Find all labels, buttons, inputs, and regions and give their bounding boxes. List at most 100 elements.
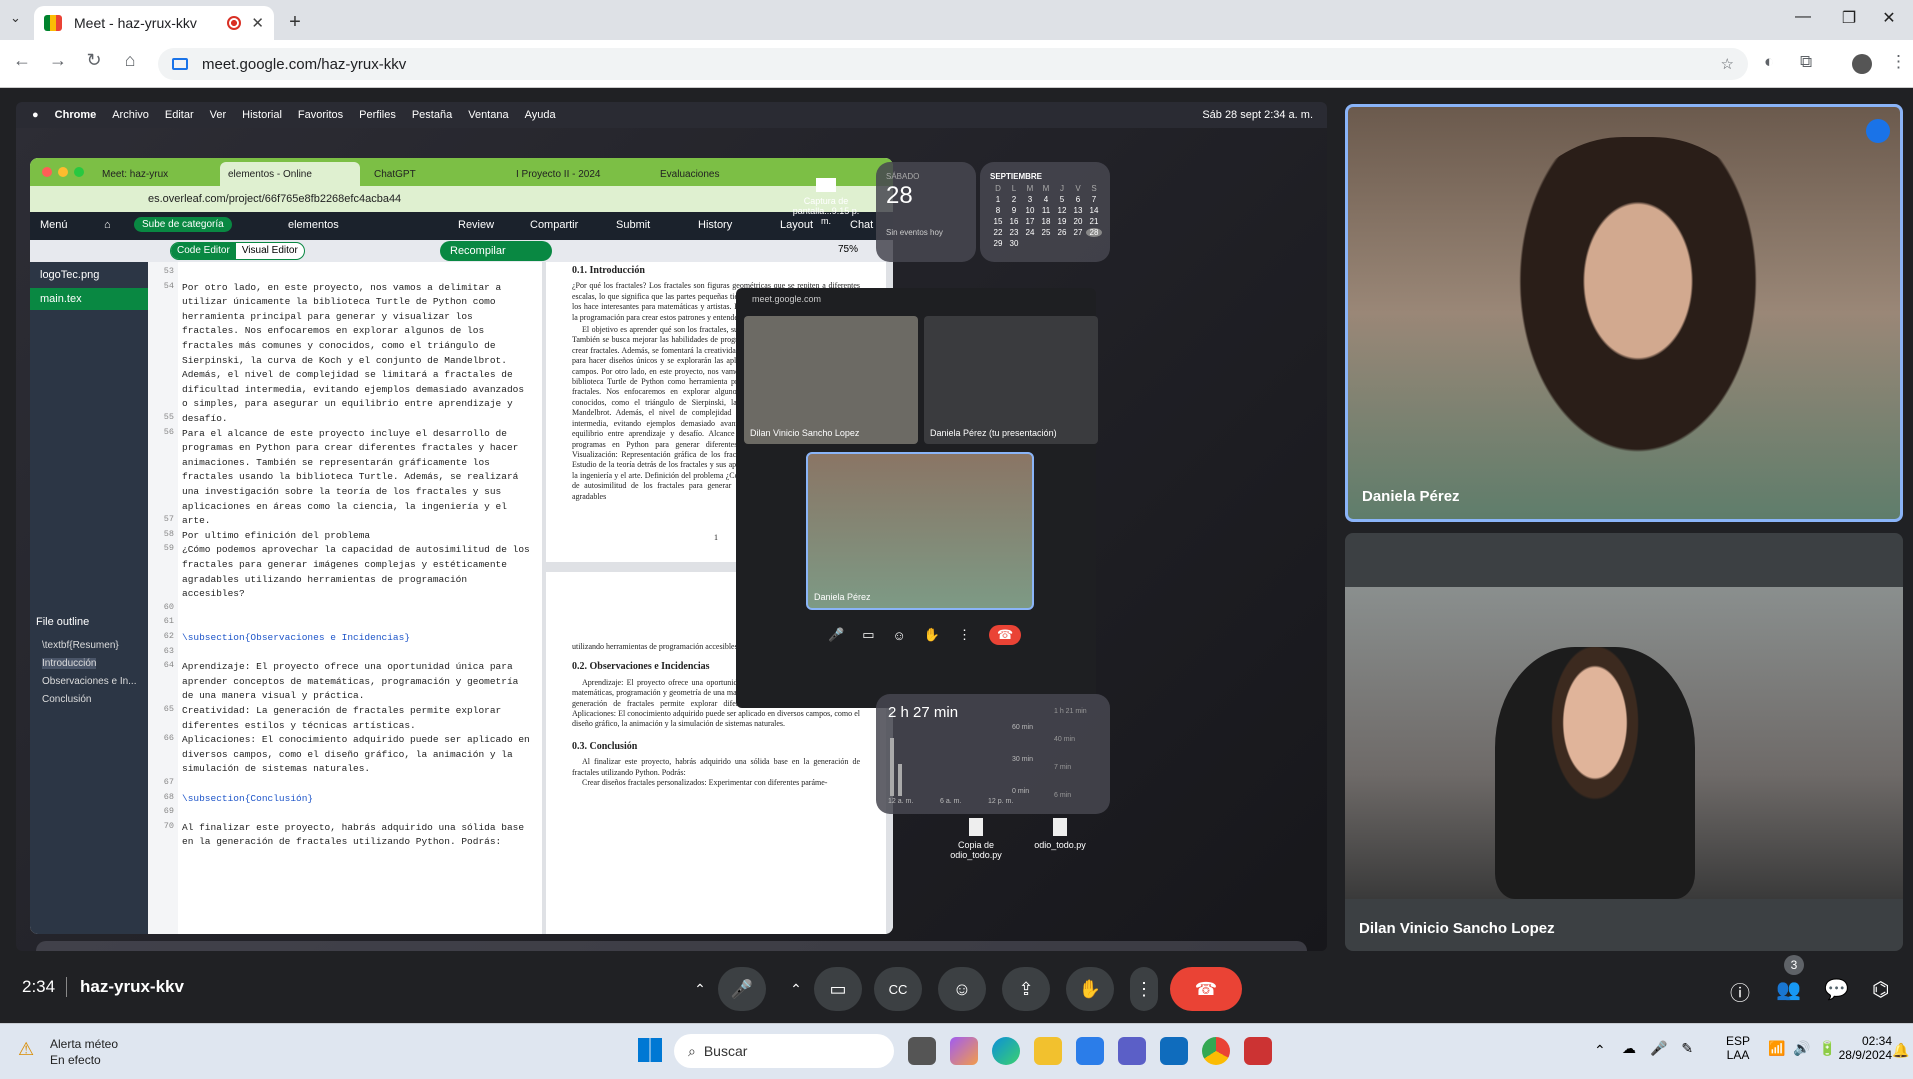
editor-switch: Code Editor Visual Editor: [170, 242, 305, 260]
close-window-button[interactable]: ✕: [1866, 8, 1912, 28]
code-line: ¿Cómo podemos aprovechar la capacidad de…: [182, 544, 530, 600]
edge-icon[interactable]: [992, 1037, 1020, 1065]
recording-icon: [227, 16, 242, 30]
video-options-chevron-icon[interactable]: ⌃: [782, 967, 810, 1011]
calendar-day: 10: [1025, 206, 1035, 215]
calendar-day: [1054, 239, 1070, 248]
bookmark-star-icon[interactable]: ☆: [1721, 55, 1734, 73]
home-icon[interactable]: ⌂: [116, 50, 144, 71]
outlook-icon[interactable]: [1160, 1037, 1188, 1065]
weather-warning-icon: ⚠: [18, 1039, 35, 1059]
minimize-button[interactable]: —: [1780, 8, 1826, 26]
menu-perfiles: Perfiles: [359, 109, 396, 121]
profile-avatar[interactable]: [1852, 54, 1872, 74]
calendar-day: 21: [1089, 217, 1099, 226]
calendar-weekday: V: [1075, 184, 1081, 193]
chrome-icon[interactable]: [1202, 1037, 1230, 1065]
code-line: \subsection{Conclusión}: [182, 792, 314, 804]
meeting-info-icon[interactable]: ⓘ: [1730, 977, 1750, 1006]
notification-bell-icon[interactable]: 🔔: [1892, 1042, 1909, 1059]
file-tree: logoTec.png main.tex File outline \textb…: [30, 262, 148, 934]
submit-button: Submit: [616, 219, 651, 231]
present-button[interactable]: ⇪: [1002, 967, 1050, 1011]
inner-tab-evaluaciones: Evaluaciones: [660, 168, 720, 180]
calendar-day: 11: [1041, 206, 1051, 215]
extension-icon[interactable]: ◐: [1764, 52, 1774, 72]
calendar-day: 4: [1043, 195, 1049, 204]
calendar-day: 7: [1091, 195, 1097, 204]
line-number: 69: [163, 806, 174, 817]
visual-editor-toggle: Visual Editor: [241, 245, 298, 256]
participant-tile-dilan[interactable]: Dilan Vinicio Sancho Lopez: [1345, 533, 1903, 951]
participant-tile-daniela[interactable]: Daniela Pérez: [1345, 104, 1903, 522]
reload-button[interactable]: ↻: [80, 50, 108, 71]
tray-chevron-icon[interactable]: ⌃: [1594, 1042, 1606, 1059]
outline-item: Introducción: [42, 658, 97, 669]
code-editor: 53 54 Por otro lado, en este proyecto, nos…: [148, 262, 538, 934]
teams-icon[interactable]: [1118, 1037, 1146, 1065]
emoji-icon: ☺: [892, 627, 906, 643]
code-line: Creatividad: La generación de fractales …: [182, 705, 502, 731]
start-button[interactable]: [638, 1038, 662, 1062]
chart-x-label: 12 p. m.: [988, 798, 1014, 805]
mini-tile-daniela: Daniela Pérez: [806, 452, 1034, 610]
tab-meet[interactable]: Meet - haz-yrux-kkv ✕: [34, 6, 274, 40]
calendar-week: 29 30: [990, 239, 1106, 248]
desktop-screenshot-file: Captura de pantalla...9.15 p. m.: [791, 178, 861, 226]
task-view-icon[interactable]: [908, 1037, 936, 1065]
calendar-day: 14: [1089, 206, 1099, 215]
people-icon[interactable]: 👥: [1776, 977, 1801, 1002]
menu-ver: Ver: [209, 109, 227, 121]
copilot-icon[interactable]: [950, 1037, 978, 1065]
captions-button[interactable]: CC: [874, 967, 922, 1011]
overleaf-menu: Menú: [40, 219, 68, 231]
activities-icon[interactable]: ⌬: [1872, 977, 1889, 1002]
calendar-day: 24: [1025, 228, 1035, 237]
line-number: 54: [163, 280, 174, 291]
language-indicator[interactable]: ESP LAA: [1726, 1034, 1750, 1062]
more-options-button[interactable]: ⋮: [1130, 967, 1158, 1011]
url-text: meet.google.com/haz-yrux-kkv: [202, 55, 407, 73]
microphone-button[interactable]: 🎤: [718, 967, 766, 1011]
app-time: 7 min: [1054, 764, 1072, 771]
audio-options-chevron-icon[interactable]: ⌃: [686, 967, 714, 1011]
raise-hand-button[interactable]: ✋: [1066, 967, 1114, 1011]
menu-kebab-icon[interactable]: ⋮: [1890, 52, 1907, 72]
meet-controls-bar: 2:34 haz-yrux-kkv ⌃ 🎤 ⌃ ▭ CC ☺ ⇪ ✋ ⋮ ☎ ⓘ…: [0, 951, 1913, 1023]
back-button[interactable]: ←: [8, 50, 36, 71]
address-bar[interactable]: meet.google.com/haz-yrux-kkv ☆: [158, 48, 1748, 80]
mac-clock: Sáb 28 sept 2:34 a. m.: [1202, 109, 1313, 121]
more-icon: ⋮: [957, 627, 971, 642]
reactions-button[interactable]: ☺: [938, 967, 986, 1011]
history-button: History: [698, 219, 733, 231]
code-line: Por ultimo efinición del problema: [182, 529, 371, 541]
calendar-day: 1: [995, 195, 1001, 204]
share-button: Compartir: [530, 219, 579, 231]
tab-search-button[interactable]: ⌄: [10, 10, 21, 26]
calendar-day: 13: [1073, 206, 1083, 215]
line-number: 57: [163, 514, 174, 525]
chat-icon[interactable]: 💬: [1824, 977, 1849, 1002]
camera-button[interactable]: ▭: [814, 967, 862, 1011]
calendar-weekday: L: [1011, 184, 1017, 193]
mini-meet-url: meet.google.com: [752, 294, 822, 304]
app-icon[interactable]: [1244, 1037, 1272, 1065]
language-layout: LAA: [1726, 1048, 1750, 1062]
meeting-code: haz-yrux-kkv: [80, 977, 184, 996]
store-icon[interactable]: [1076, 1037, 1104, 1065]
file-icon: [1053, 818, 1067, 836]
home-icon: ⌂: [104, 219, 111, 231]
calendar-week: 15 16 17 18 19 20 21: [990, 217, 1106, 226]
file-explorer-icon[interactable]: [1034, 1037, 1062, 1065]
forward-button[interactable]: →: [44, 50, 72, 71]
close-tab-icon[interactable]: ✕: [251, 14, 264, 32]
extensions-puzzle-icon[interactable]: ⧉: [1800, 52, 1812, 72]
line-number: 66: [163, 733, 174, 744]
line-number: 53: [163, 266, 174, 276]
calendar-month: SEPTIEMBRE: [990, 172, 1043, 181]
new-tab-button[interactable]: +: [282, 10, 308, 36]
clock[interactable]: 02:34 28/9/2024: [1832, 1034, 1892, 1062]
chart-bar: [890, 738, 894, 796]
leave-call-button[interactable]: ☎: [1170, 967, 1242, 1011]
taskbar-search[interactable]: ⌕ Buscar: [674, 1034, 894, 1068]
